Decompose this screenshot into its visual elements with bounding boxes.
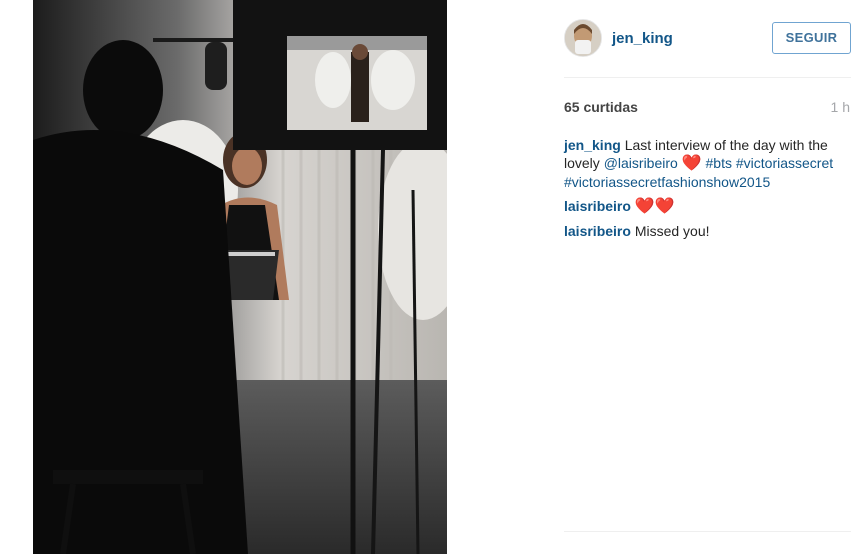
- comment-item: laisribeiro ❤️❤️: [564, 197, 851, 216]
- post-photo[interactable]: [33, 0, 447, 554]
- post-side-panel: jen_king SEGUIR 65 curtidas 1 h jen_king…: [447, 0, 862, 554]
- avatar-photo-icon: [565, 20, 601, 56]
- post-caption: jen_king Last interview of the day with …: [564, 136, 851, 191]
- comment-text: ❤️❤️: [634, 198, 675, 215]
- heart-emoji: ❤️: [681, 155, 702, 172]
- author-username[interactable]: jen_king: [612, 30, 673, 47]
- likes-count[interactable]: 65 curtidas: [564, 99, 638, 115]
- post-timestamp[interactable]: 1 h: [831, 99, 850, 115]
- comment-username[interactable]: laisribeiro: [564, 198, 631, 214]
- mention-link[interactable]: @laisribeiro: [604, 155, 678, 171]
- footer-divider: [564, 531, 851, 532]
- hashtag-fashionshow[interactable]: #victoriassecretfashionshow2015: [564, 174, 770, 190]
- follow-button[interactable]: SEGUIR: [772, 22, 851, 54]
- header-divider: [564, 77, 851, 78]
- comment-username[interactable]: laisribeiro: [564, 223, 631, 239]
- hashtag-victoriassecret[interactable]: #victoriassecret: [736, 155, 833, 171]
- avatar[interactable]: [564, 19, 602, 57]
- photo-illustration: [33, 0, 447, 554]
- comment-item: laisribeiro Missed you!: [564, 222, 851, 240]
- comment-text: Missed you!: [634, 223, 710, 239]
- caption-username[interactable]: jen_king: [564, 137, 621, 153]
- hashtag-bts[interactable]: #bts: [706, 155, 732, 171]
